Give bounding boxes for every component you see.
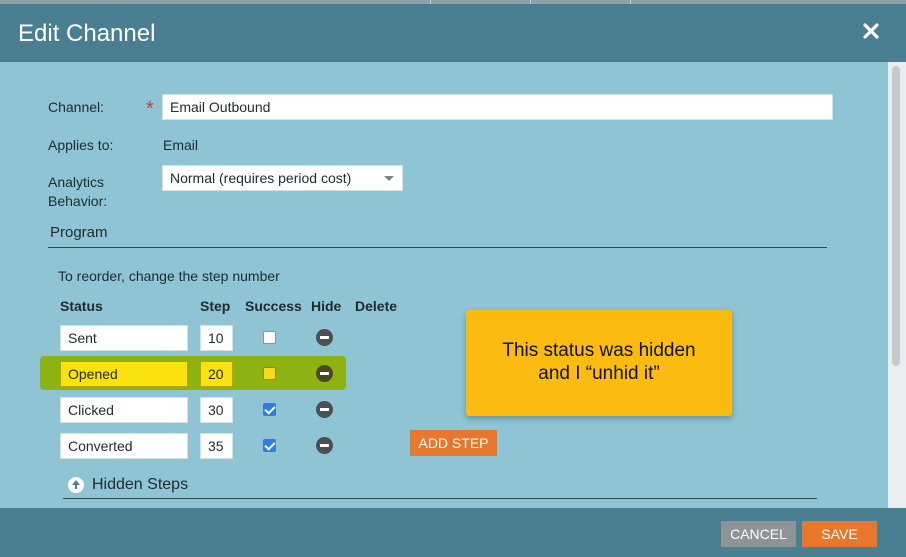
program-divider — [48, 247, 827, 248]
dialog-title: Edit Channel — [18, 20, 156, 47]
channel-name-input[interactable]: Email Outbound — [162, 94, 833, 120]
hide-minus-icon[interactable] — [316, 329, 333, 346]
status-name-input[interactable]: Converted — [60, 433, 188, 459]
delete-column-header: Delete — [355, 298, 398, 314]
status-name-input-focused[interactable]: Opened — [60, 361, 188, 387]
step-number-input[interactable]: 10 — [200, 325, 233, 351]
required-mark: * — [146, 98, 154, 120]
callout-text-line1: This status was hidden — [502, 340, 696, 362]
program-section-title: Program — [50, 224, 108, 241]
success-checkbox[interactable] — [263, 367, 276, 380]
channel-label: Channel: — [48, 99, 105, 115]
success-checkbox-checked[interactable] — [263, 403, 276, 416]
hide-minus-icon[interactable] — [316, 365, 333, 382]
step-column-header: Step — [200, 298, 231, 314]
hidden-steps-label: Hidden Steps — [92, 476, 189, 493]
hide-column-header: Hide — [311, 298, 342, 314]
edit-channel-dialog: Edit Channel Channel: * Email Outbound A… — [0, 4, 906, 557]
close-icon[interactable] — [862, 22, 880, 40]
step-number-input[interactable]: 35 — [200, 433, 233, 459]
success-column-header: Success — [245, 298, 302, 314]
analytics-behavior-select[interactable]: Normal (requires period cost) — [162, 165, 403, 191]
cancel-button[interactable]: CANCEL — [721, 521, 796, 547]
vertical-scrollbar[interactable] — [888, 62, 906, 508]
applies-to-label: Applies to: — [48, 137, 114, 153]
arrow-up-circle-icon — [68, 477, 84, 493]
dialog-body: Channel: * Email Outbound Applies to: Em… — [0, 62, 906, 508]
applies-to-value: Email — [163, 137, 199, 153]
hide-minus-icon[interactable] — [316, 437, 333, 454]
status-name-input[interactable]: Clicked — [60, 397, 188, 423]
success-checkbox[interactable] — [263, 331, 276, 344]
hidden-steps-divider — [63, 498, 817, 499]
hide-minus-icon[interactable] — [316, 401, 333, 418]
analytics-behavior-value: Normal (requires period cost) — [170, 170, 352, 186]
callout-text-line2: and I “unhid it” — [538, 363, 660, 384]
dialog-footer: CANCEL SAVE — [0, 508, 906, 557]
dialog-header: Edit Channel — [0, 4, 906, 62]
add-step-button[interactable]: ADD STEP — [410, 430, 497, 456]
status-name-input[interactable]: Sent — [60, 325, 188, 351]
save-button[interactable]: SAVE — [802, 521, 877, 547]
analytics-label-line2: Behavior: — [48, 193, 108, 209]
analytics-label-line1: Analytics — [48, 174, 105, 190]
reorder-hint: To reorder, change the step number — [58, 268, 280, 284]
status-column-header: Status — [60, 298, 103, 314]
scrollbar-thumb[interactable] — [892, 66, 900, 366]
annotation-callout: This status was hidden and I “unhid it” — [466, 310, 732, 416]
step-number-input[interactable]: 20 — [200, 361, 233, 387]
hidden-steps-toggle[interactable]: Hidden Steps — [68, 476, 188, 494]
chevron-down-icon — [384, 176, 394, 181]
step-number-input[interactable]: 30 — [200, 397, 233, 423]
success-checkbox-checked[interactable] — [263, 439, 276, 452]
